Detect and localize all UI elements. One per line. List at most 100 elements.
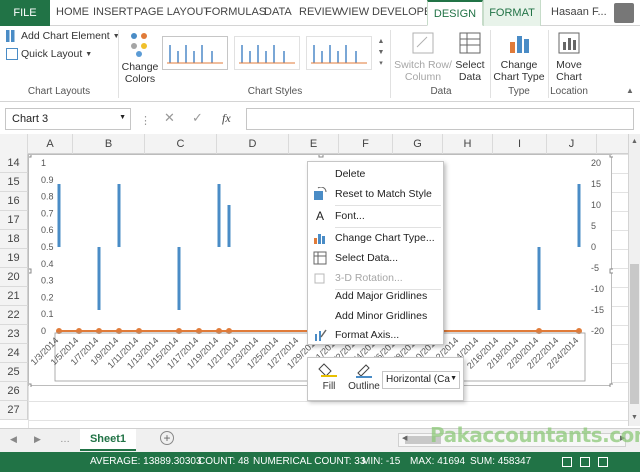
switch-label-2: Column xyxy=(404,71,442,83)
column-header[interactable]: C xyxy=(145,134,217,154)
menu-item-add-minor-gridlines[interactable]: Add Minor Gridlines xyxy=(308,306,443,326)
chart-resize-handle xyxy=(609,268,615,274)
collapse-ribbon-icon[interactable]: ▲ xyxy=(626,86,634,95)
select-data-button[interactable]: Select Data xyxy=(452,30,488,83)
menu-item-format-axis[interactable]: Format Axis... xyxy=(308,325,443,345)
change-colors-label-1: Change xyxy=(121,61,159,73)
row-header[interactable]: 17 xyxy=(0,211,28,230)
tab-review[interactable]: REVIEW xyxy=(299,6,342,18)
menu-item-select-data[interactable]: Select Data... xyxy=(308,248,443,268)
chart-bar xyxy=(57,184,61,247)
row-header[interactable]: 23 xyxy=(0,325,28,344)
tab-view[interactable]: VIEW xyxy=(341,6,369,18)
column-header[interactable]: B xyxy=(73,134,145,154)
gallery-scroll[interactable]: ▲ ▼ ▾ xyxy=(376,36,386,70)
column-header[interactable]: E xyxy=(289,134,339,154)
tab-design[interactable]: DESIGN xyxy=(427,0,483,26)
tab-home[interactable]: HOME xyxy=(56,6,89,18)
quick-layout-icon xyxy=(6,48,18,60)
scroll-thumb[interactable] xyxy=(630,264,639,404)
row-header[interactable]: 27 xyxy=(0,401,28,420)
column-header[interactable]: F xyxy=(339,134,393,154)
select-data-icon xyxy=(313,251,327,265)
tab-data[interactable]: DATA xyxy=(264,6,292,18)
avatar[interactable] xyxy=(614,3,634,23)
formula-input[interactable] xyxy=(246,108,634,130)
menu-item-label: Font... xyxy=(335,210,365,222)
reset-style-icon xyxy=(314,187,327,200)
tab-page-layout[interactable]: PAGE LAYOUT xyxy=(134,6,210,18)
name-box[interactable]: Chart 3 ▼ xyxy=(5,108,131,130)
add-chart-element-label: Add Chart Element xyxy=(21,30,110,42)
move-chart-button[interactable]: Move Chart xyxy=(550,30,588,83)
chart-type-icon xyxy=(510,36,529,53)
tab-formulas[interactable]: FORMULAS xyxy=(205,6,266,18)
previous-sheet-icon[interactable]: ◀ xyxy=(10,434,17,445)
chart-style-1[interactable] xyxy=(162,36,228,70)
quick-layout-button[interactable]: Quick Layout ▼ xyxy=(6,48,92,60)
cancel-icon[interactable]: ✕ xyxy=(164,110,175,126)
column-header[interactable]: G xyxy=(393,134,443,154)
menu-item-font[interactable]: A Font... xyxy=(308,206,443,226)
menu-item-delete[interactable]: Delete xyxy=(308,164,443,184)
column-header[interactable]: D xyxy=(217,134,289,154)
add-sheet-icon[interactable]: + xyxy=(160,431,174,445)
column-header[interactable]: J xyxy=(547,134,597,154)
row-header[interactable]: 24 xyxy=(0,344,28,363)
right-axis-tick-label: -10 xyxy=(591,284,604,294)
chart-element-selector[interactable]: Horizontal (Cat ▼ xyxy=(382,371,460,389)
pen-outline-icon xyxy=(356,364,372,378)
tab-format[interactable]: FORMAT xyxy=(483,0,541,26)
row-header[interactable]: 22 xyxy=(0,306,28,325)
row-header[interactable]: 14 xyxy=(0,154,28,173)
normal-view-icon[interactable] xyxy=(562,457,572,467)
select-data-icon xyxy=(459,32,481,54)
scroll-left-icon[interactable]: ◀ xyxy=(402,434,407,442)
chart-bar xyxy=(217,184,221,247)
column-header[interactable]: H xyxy=(443,134,493,154)
scroll-up-icon[interactable]: ▲ xyxy=(631,138,638,145)
column-header[interactable]: A xyxy=(28,134,73,154)
outline-button[interactable]: Outline xyxy=(344,360,384,392)
menu-item-reset-style[interactable]: Reset to Match Style xyxy=(308,184,443,204)
next-sheet-icon[interactable]: ▶ xyxy=(34,434,41,445)
change-colors-button[interactable]: Change Colors xyxy=(120,30,160,85)
left-axis-tick-label: 0 xyxy=(41,326,46,336)
status-sum: SUM: 458347 xyxy=(470,456,532,467)
sheet-tab-sheet1[interactable]: Sheet1 xyxy=(80,429,136,451)
row-header[interactable]: 18 xyxy=(0,230,28,249)
row-header[interactable]: 16 xyxy=(0,192,28,211)
row-header[interactable]: 20 xyxy=(0,268,28,287)
insert-function-icon[interactable]: fx xyxy=(222,111,231,126)
row-header[interactable]: 25 xyxy=(0,363,28,382)
fill-button[interactable]: Fill xyxy=(314,360,344,392)
scroll-down-icon[interactable]: ▼ xyxy=(631,414,638,421)
vertical-scrollbar[interactable]: ▲ ▼ xyxy=(628,134,640,426)
chart-style-3[interactable] xyxy=(306,36,372,70)
change-chart-type-button[interactable]: Change Chart Type xyxy=(492,30,546,83)
palette-icon xyxy=(131,33,147,57)
chart-resize-handle xyxy=(609,383,615,389)
row-header[interactable]: 19 xyxy=(0,249,28,268)
enter-icon[interactable]: ✓ xyxy=(192,110,203,126)
menu-item-add-major-gridlines[interactable]: Add Major Gridlines xyxy=(308,286,443,306)
location-group-label: Location xyxy=(550,86,588,97)
column-header[interactable]: I xyxy=(493,134,547,154)
page-break-view-icon[interactable] xyxy=(598,457,608,467)
chart-bar xyxy=(227,205,231,247)
menu-item-change-chart-type[interactable]: Change Chart Type... xyxy=(308,228,443,248)
page-layout-view-icon[interactable] xyxy=(580,457,590,467)
row-header[interactable]: 26 xyxy=(0,382,28,401)
user-name[interactable]: Hasaan F... xyxy=(551,6,607,18)
menu-item-3d-rotation[interactable]: 3-D Rotation... xyxy=(308,268,443,288)
tab-insert[interactable]: INSERT xyxy=(93,6,133,18)
row-header[interactable]: 15 xyxy=(0,173,28,192)
select-all-corner[interactable] xyxy=(0,134,28,154)
add-chart-element-button[interactable]: Add Chart Element ▼ xyxy=(6,30,120,42)
chart-style-2[interactable] xyxy=(234,36,300,70)
chart-styles-group-label: Chart Styles xyxy=(247,86,303,97)
row-header[interactable]: 21 xyxy=(0,287,28,306)
file-tab[interactable]: FILE xyxy=(0,0,50,26)
more-sheets-icon[interactable]: … xyxy=(60,434,70,445)
switch-row-column-button[interactable]: Switch Row/ Column xyxy=(394,30,452,83)
